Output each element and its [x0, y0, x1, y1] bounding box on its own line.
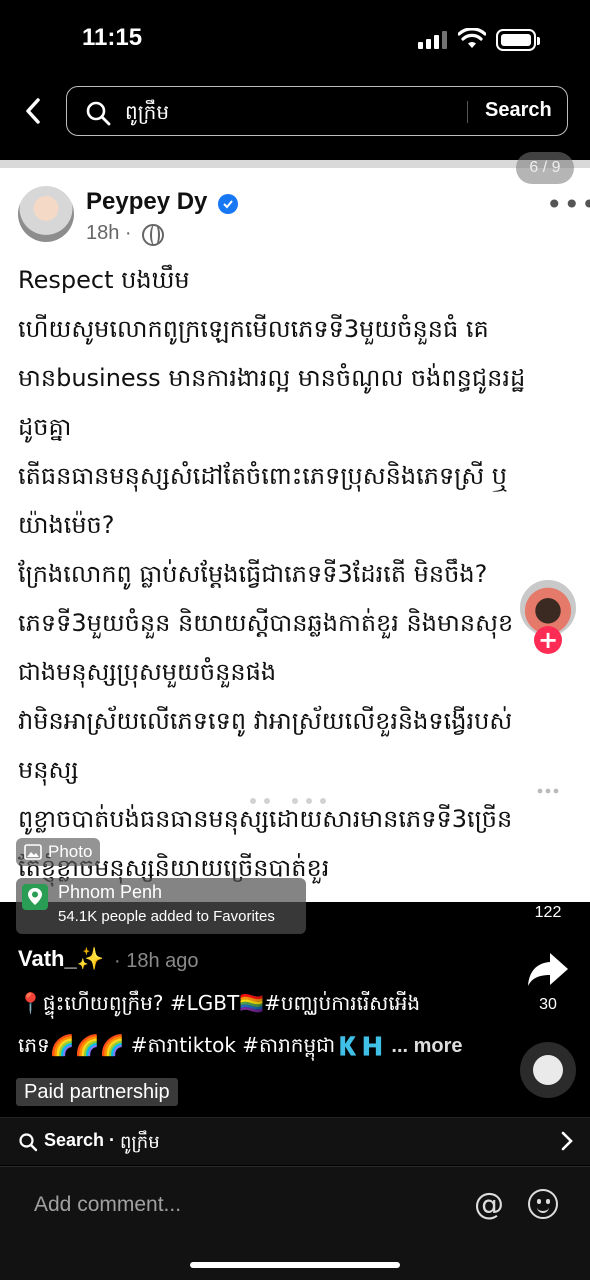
verified-badge-icon [218, 194, 238, 214]
favorite-button[interactable] [516, 864, 580, 904]
more-options-icon: ••• [546, 188, 590, 221]
search-query: ពូក្រឹម [125, 100, 170, 124]
carousel-dots [250, 798, 326, 804]
post-author-name: Peypey Dy [86, 188, 208, 215]
post-author-avatar [18, 186, 74, 242]
more-link[interactable]: ... more [391, 1035, 462, 1057]
follow-button[interactable]: + [534, 626, 562, 654]
globe-icon [142, 224, 164, 246]
post-image[interactable]: Peypey Dy 18h · ••• Respect បងឃឹម ហើយសូម… [0, 160, 590, 902]
status-bar: 11:15 [0, 0, 590, 80]
cellular-signal-icon [418, 31, 448, 49]
search-button[interactable]: Search [485, 99, 552, 122]
location-name: Phnom Penh [58, 882, 163, 902]
chevron-right-icon [561, 1131, 573, 1151]
comment-icon [530, 777, 566, 810]
comment-input[interactable]: Add comment... [34, 1193, 181, 1217]
like-count: 3744 [530, 726, 566, 743]
share-button[interactable]: 30 [522, 950, 574, 1014]
mention-icon[interactable]: @ [474, 1187, 504, 1222]
music-disc-icon[interactable] [520, 1042, 576, 1098]
home-indicator [190, 1262, 400, 1268]
comment-button[interactable] [516, 774, 580, 816]
search-icon [86, 101, 111, 126]
post-time: 18h · [86, 222, 132, 244]
caption-line-2: ភេទ🌈🌈🌈 #តារាtiktok #តារាកម្ពុជា🇰🇭 ... mo… [18, 1033, 463, 1057]
battery-icon [496, 29, 540, 51]
location-pin-icon [22, 884, 48, 910]
share-icon [528, 953, 568, 986]
photo-icon [24, 844, 42, 860]
paid-partnership-badge: Paid partnership [16, 1078, 178, 1106]
emoji-icon[interactable] [528, 1189, 558, 1219]
comment-count: 27 [539, 816, 557, 833]
location-card[interactable]: Phnom Penh 54.1K people added to Favorit… [16, 878, 306, 934]
chevron-left-icon [26, 98, 40, 124]
back-button[interactable] [18, 96, 48, 126]
favorites-count: 54.1K people added to Favorites [58, 908, 275, 925]
caption-author[interactable]: Vath_✨ [18, 946, 104, 972]
related-search-bar[interactable]: Search · ពូក្រឹម [0, 1117, 590, 1165]
caption-line-1: 📍ផ្ទុះហើយពូក្រឹម? #LGBT🏳️‍🌈#បញ្ឈប់ការរើស… [18, 991, 421, 1015]
related-search-label: Search · [44, 1130, 116, 1150]
caption-time: · 18h ago [114, 950, 199, 972]
image-counter: 6 / 9 [516, 152, 574, 184]
status-time: 11:15 [82, 24, 143, 51]
share-count: 30 [539, 996, 557, 1013]
related-search-query: ពូក្រឹម [120, 1132, 160, 1153]
favorite-count: 122 [534, 904, 562, 921]
wifi-icon [458, 28, 486, 48]
photo-tag: Photo [16, 838, 101, 866]
bookmark-icon [535, 866, 561, 898]
search-icon [19, 1133, 38, 1152]
search-input[interactable]: ពូក្រឹម Search [66, 86, 568, 136]
like-button[interactable] [516, 682, 580, 724]
search-divider [467, 101, 468, 123]
heart-icon [529, 684, 567, 718]
